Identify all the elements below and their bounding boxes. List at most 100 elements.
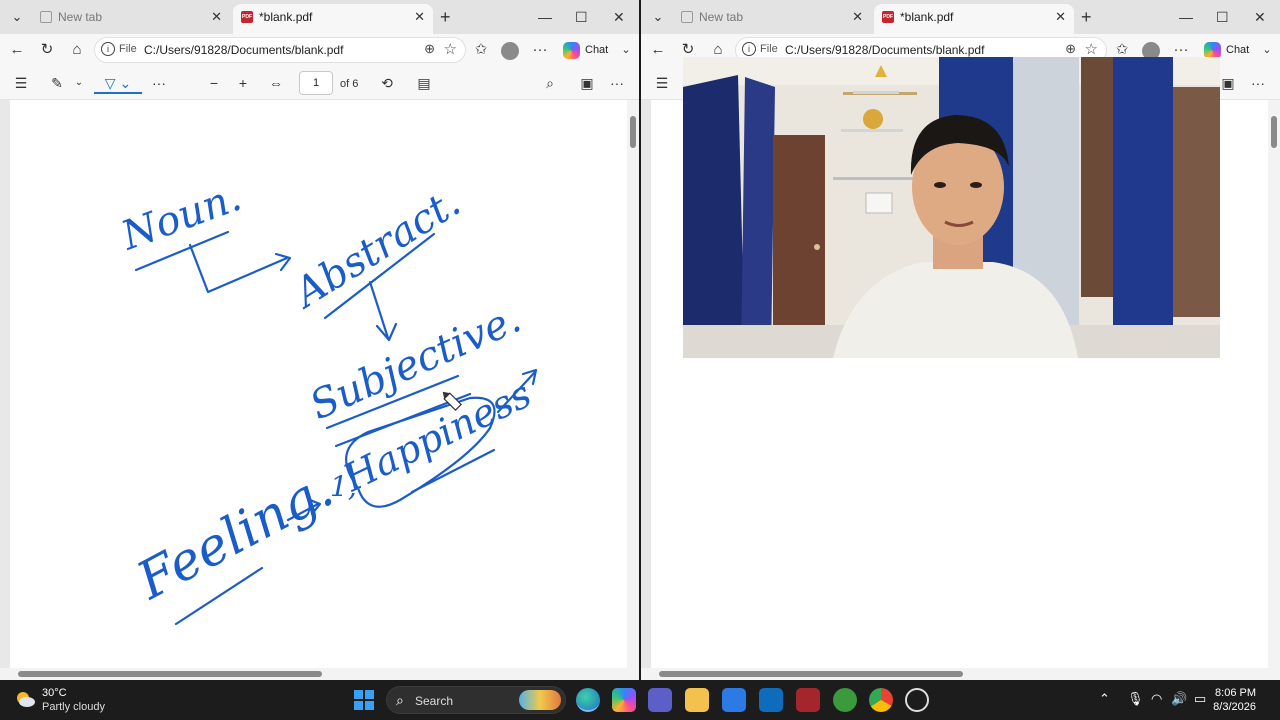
tab-blank-pdf[interactable]: PDF *blank.pdf ✕ xyxy=(874,4,1074,34)
zoom-in-icon[interactable]: + xyxy=(233,72,253,94)
more-options-icon[interactable]: ··· xyxy=(529,39,551,61)
copilot-chat-button[interactable]: Chat xyxy=(563,39,608,61)
zoom-out-icon[interactable]: − xyxy=(204,72,224,94)
teams-icon[interactable] xyxy=(648,688,672,712)
zoom-icon[interactable]: ⊕ xyxy=(424,41,435,57)
outlook-icon[interactable] xyxy=(759,688,783,712)
close-window-icon[interactable]: ✕ xyxy=(1254,6,1266,28)
webcam-video-frame xyxy=(683,57,1220,358)
favorite-star-icon[interactable]: ☆ xyxy=(1085,40,1098,58)
new-tab-plus-icon[interactable]: + xyxy=(1081,6,1092,28)
microphone-icon[interactable]: 🎙 xyxy=(1127,691,1144,707)
close-window-icon[interactable]: ✕ xyxy=(613,6,625,28)
save-icon[interactable]: ▣ xyxy=(576,72,598,94)
favorite-star-icon[interactable]: ☆ xyxy=(444,40,457,58)
chevron-down-icon[interactable]: ⌄ xyxy=(615,39,637,61)
scrollbar-thumb[interactable] xyxy=(630,116,636,148)
vertical-scrollbar[interactable] xyxy=(1268,100,1280,668)
app-icon-circle[interactable] xyxy=(905,688,929,712)
new-tab-plus-icon[interactable]: + xyxy=(440,6,451,28)
tab-strip: ⌄ New tab ✕ PDF *blank.pdf ✕ + — ☐ ✕ xyxy=(641,0,1280,34)
windows-start-icon[interactable] xyxy=(352,688,376,712)
edge-browser-icon[interactable] xyxy=(576,688,600,712)
close-tab-icon[interactable]: ✕ xyxy=(852,4,863,30)
minimize-icon[interactable]: — xyxy=(538,6,552,28)
chevron-down-icon[interactable]: ⌄ xyxy=(1256,39,1278,61)
maximize-icon[interactable]: ☐ xyxy=(575,6,588,28)
home-icon[interactable]: ⌂ xyxy=(66,39,88,61)
minimize-icon[interactable]: — xyxy=(1179,6,1193,28)
search-label: Search xyxy=(415,694,454,708)
tab-strip: ⌄ New tab ✕ PDF *blank.pdf ✕ + — ☐ ✕ xyxy=(0,0,639,34)
search-icon: ⌕ xyxy=(396,692,404,708)
rotate-icon[interactable]: ⟲ xyxy=(376,72,398,94)
page-icon xyxy=(40,11,52,23)
tab-blank-pdf[interactable]: PDF *blank.pdf ✕ xyxy=(233,4,433,34)
chat-label: Chat xyxy=(1226,44,1250,56)
handwritten-annotations: Noun. Abstract. Subjective. Happiness 1,… xyxy=(115,174,538,626)
app-icon-red[interactable] xyxy=(796,688,820,712)
more-tools-icon[interactable]: ··· xyxy=(148,72,170,94)
url-text[interactable]: C:/Users/91828/Documents/blank.pdf xyxy=(144,43,343,57)
address-bar[interactable]: i File C:/Users/91828/Documents/blank.pd… xyxy=(94,37,466,63)
horizontal-scrollbar[interactable] xyxy=(641,668,1280,680)
tab-new-tab[interactable]: New tab ✕ xyxy=(32,4,230,34)
scheme-label: File xyxy=(119,43,137,55)
page-number-input[interactable]: 1 xyxy=(299,71,333,95)
system-clock[interactable]: 8:06 PM 8/3/2026 xyxy=(1213,686,1256,714)
save-icon[interactable]: ▣ xyxy=(1217,72,1239,94)
more-options-icon[interactable]: ··· xyxy=(606,72,628,94)
webcam-overlay xyxy=(683,57,1220,358)
tab-new-tab[interactable]: New tab ✕ xyxy=(673,4,871,34)
refresh-icon[interactable]: ↻ xyxy=(36,39,58,61)
horizontal-scrollbar[interactable] xyxy=(0,668,639,680)
scrollbar-thumb[interactable] xyxy=(659,671,963,677)
copilot-app-icon[interactable] xyxy=(612,688,636,712)
maximize-icon[interactable]: ☐ xyxy=(1216,6,1229,28)
page-count: of 6 xyxy=(340,78,359,90)
microsoft-store-icon[interactable] xyxy=(722,688,746,712)
search-highlight-art xyxy=(519,690,561,710)
close-tab-icon[interactable]: ✕ xyxy=(414,4,425,30)
copilot-icon xyxy=(563,42,580,59)
chrome-icon[interactable] xyxy=(869,688,893,712)
clock-date: 8/3/2026 xyxy=(1213,701,1256,713)
clock-time: 8:06 PM xyxy=(1215,687,1256,699)
profile-avatar[interactable] xyxy=(501,42,519,60)
wifi-icon[interactable]: ◠ xyxy=(1151,691,1162,707)
address-bar-row: ← ↻ ⌂ i File C:/Users/91828/Documents/bl… xyxy=(0,34,639,66)
tab-actions-chevron-icon[interactable]: ⌄ xyxy=(647,6,669,28)
show-hidden-icons-chevron-icon[interactable]: ⌃ xyxy=(1099,691,1110,707)
volume-icon[interactable]: 🔊 xyxy=(1171,691,1187,707)
tab-actions-chevron-icon[interactable]: ⌄ xyxy=(6,6,28,28)
chevron-down-icon[interactable]: ⌄ xyxy=(72,72,86,94)
scheme-label: File xyxy=(760,43,778,55)
back-arrow-icon[interactable]: ← xyxy=(647,39,669,61)
file-explorer-icon[interactable] xyxy=(685,688,709,712)
battery-icon[interactable]: ▭ xyxy=(1194,691,1206,707)
url-text[interactable]: C:/Users/91828/Documents/blank.pdf xyxy=(785,43,984,57)
close-tab-icon[interactable]: ✕ xyxy=(1055,4,1066,30)
info-icon[interactable]: i xyxy=(742,42,756,56)
page-view-icon[interactable]: ▤ xyxy=(413,72,435,94)
xbox-icon[interactable] xyxy=(833,688,857,712)
weather-temperature: 30°C xyxy=(42,687,67,699)
info-icon[interactable]: i xyxy=(101,42,115,56)
back-arrow-icon[interactable]: ← xyxy=(6,39,28,61)
fit-page-icon[interactable]: ⇔ xyxy=(265,72,287,94)
draw-pen-icon[interactable]: ▽ ⌄ xyxy=(94,72,142,94)
taskbar-search-box[interactable]: ⌕ Search xyxy=(386,686,566,714)
search-icon[interactable]: ⌕ xyxy=(539,72,561,94)
contents-list-icon[interactable]: ☰ xyxy=(10,72,32,94)
favorites-icon[interactable]: ✩ xyxy=(470,39,492,61)
tab-title: New tab xyxy=(699,10,744,24)
scrollbar-thumb[interactable] xyxy=(1271,116,1277,148)
highlight-icon[interactable]: ✎ xyxy=(46,72,68,94)
taskbar: 30°C Partly cloudy ⌕ Search ⌃ 🎙 ◠ 🔊 ▭ 8:… xyxy=(0,680,1280,720)
more-options-icon[interactable]: ··· xyxy=(1247,72,1269,94)
vertical-scrollbar[interactable] xyxy=(627,100,639,668)
contents-list-icon[interactable]: ☰ xyxy=(651,72,673,94)
close-tab-icon[interactable]: ✕ xyxy=(211,4,222,30)
zoom-icon[interactable]: ⊕ xyxy=(1065,41,1076,57)
scrollbar-thumb[interactable] xyxy=(18,671,322,677)
